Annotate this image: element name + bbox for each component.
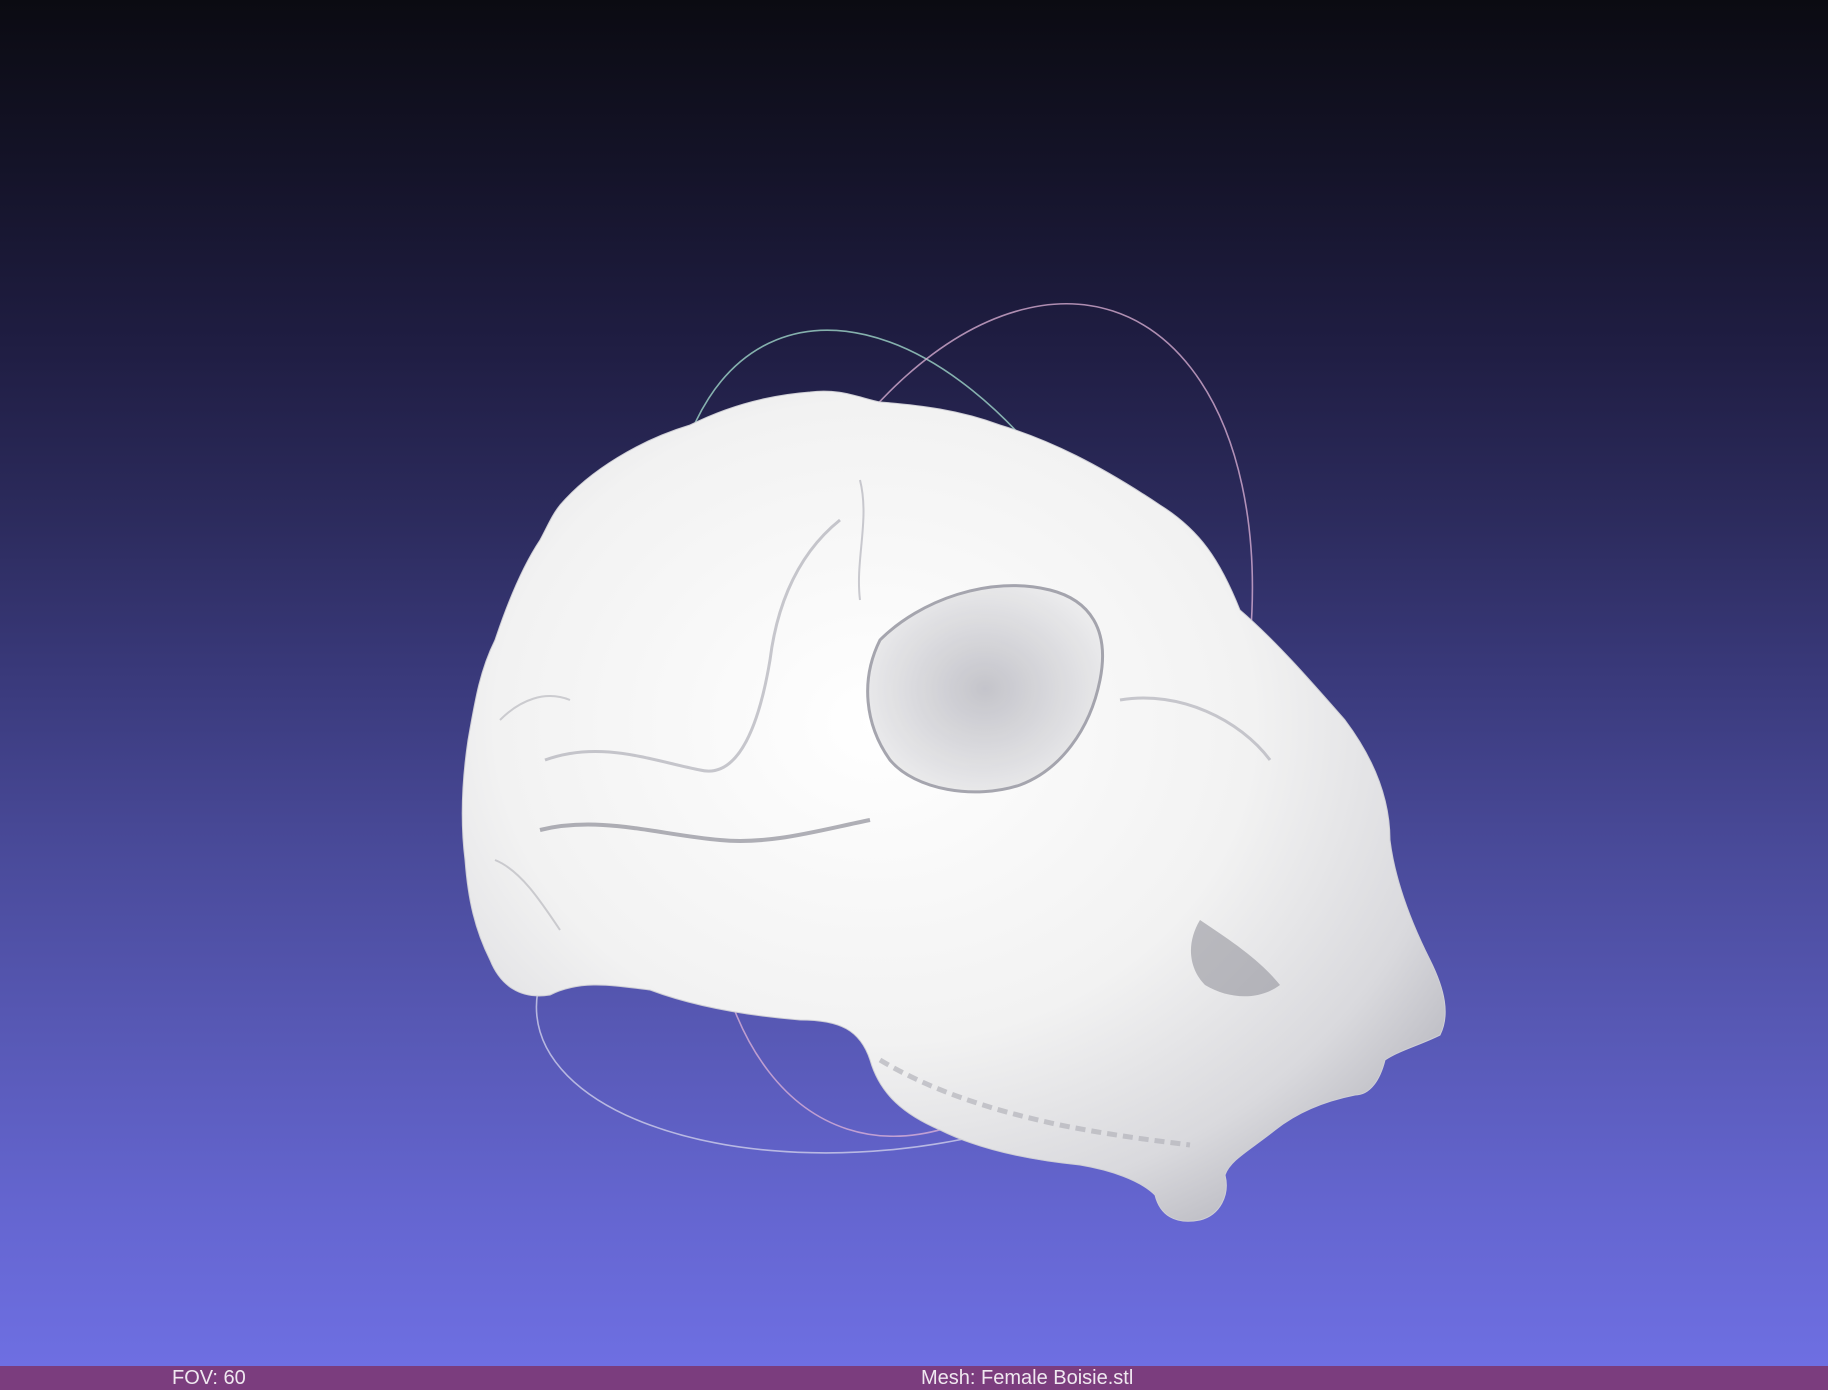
fov-readout: FOV: 60 [172,1367,246,1389]
scene-canvas[interactable] [0,0,1828,1366]
3d-viewport[interactable] [0,0,1828,1366]
status-bar: FOV: 60 Mesh: Female Boisie.stl [0,1366,1828,1390]
skull-mesh[interactable] [461,390,1446,1222]
mesh-name-readout: Mesh: Female Boisie.stl [921,1367,1134,1389]
